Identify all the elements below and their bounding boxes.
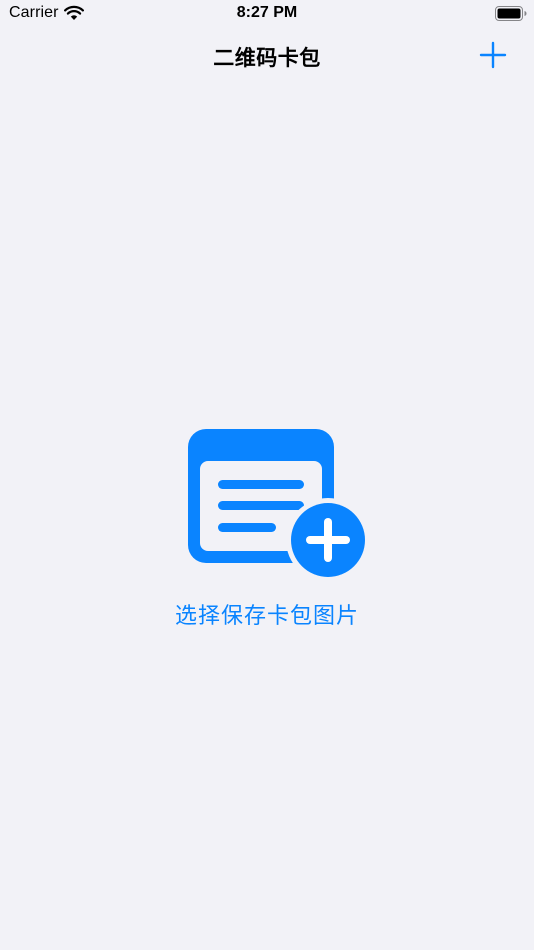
select-card-image-label: 选择保存卡包图片 — [174, 603, 359, 628]
card-add-icon — [188, 429, 368, 580]
add-button[interactable] — [476, 38, 510, 72]
plus-icon — [479, 41, 507, 69]
status-bar: Carrier 8:27 PM — [0, 0, 534, 30]
navigation-bar: 二维码卡包 — [0, 30, 534, 80]
select-card-image-button[interactable]: 选择保存卡包图片 — [0, 420, 534, 640]
status-time: 8:27 PM — [236, 4, 298, 21]
battery-icon — [495, 6, 527, 21]
page-title: 二维码卡包 — [213, 47, 321, 70]
